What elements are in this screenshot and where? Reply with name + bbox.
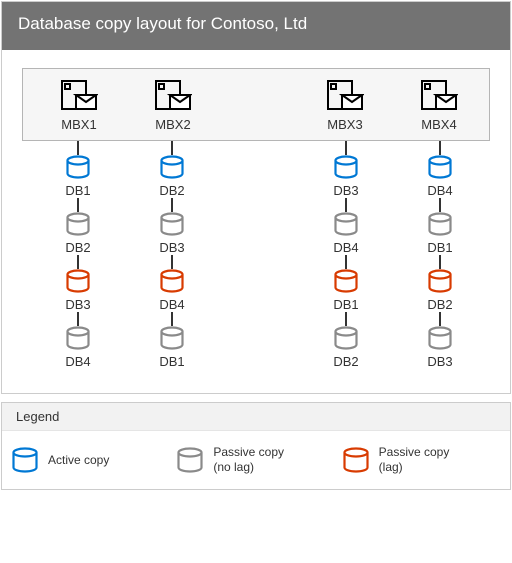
db-label: DB3 — [427, 354, 452, 369]
diagram-body: MBX1 MBX2 MBX3 MB — [2, 50, 510, 393]
connector-line — [439, 198, 441, 212]
cylinder-icon — [428, 212, 452, 236]
page-title: Database copy layout for Contoso, Ltd — [18, 14, 307, 33]
server-mbx1: MBX1 — [43, 79, 115, 132]
db-copy: DB4 — [333, 212, 358, 255]
db-copy: DB2 — [427, 269, 452, 312]
db-column-mbx2: DB2 DB3 DB4 DB1 — [136, 141, 208, 369]
db-copy: DB4 — [427, 155, 452, 198]
cylinder-icon — [160, 212, 184, 236]
cylinder-icon — [343, 447, 369, 473]
connector-line — [171, 141, 173, 155]
server-icon — [326, 79, 364, 113]
cylinder-icon — [334, 326, 358, 350]
diagram-frame: Database copy layout for Contoso, Ltd MB… — [1, 1, 511, 394]
db-copy: DB3 — [427, 326, 452, 369]
db-copy: DB2 — [159, 155, 184, 198]
db-label: DB3 — [159, 240, 184, 255]
db-copy: DB3 — [159, 212, 184, 255]
cylinder-icon — [334, 269, 358, 293]
connector-line — [345, 141, 347, 155]
cylinder-icon — [428, 326, 452, 350]
db-label: DB1 — [333, 297, 358, 312]
cylinder-icon — [177, 447, 203, 473]
legend-panel: Legend Active copy Passive copy(no lag) … — [1, 402, 511, 490]
cylinder-icon — [66, 155, 90, 179]
cylinder-icon — [12, 447, 38, 473]
connector-line — [171, 198, 173, 212]
cylinder-icon — [428, 155, 452, 179]
servers-row: MBX1 MBX2 MBX3 MB — [22, 68, 490, 141]
legend-heading: Legend — [2, 403, 510, 431]
db-copy: DB1 — [427, 212, 452, 255]
cylinder-icon — [66, 269, 90, 293]
legend-label: Active copy — [48, 453, 109, 468]
connector-line — [171, 312, 173, 326]
db-label: DB4 — [427, 183, 452, 198]
server-label: MBX4 — [421, 117, 456, 132]
legend-body: Active copy Passive copy(no lag) Passive… — [2, 431, 510, 489]
legend-item-passive-lag: Passive copy(lag) — [343, 445, 500, 475]
db-label: DB1 — [159, 354, 184, 369]
db-label: DB2 — [427, 297, 452, 312]
server-label: MBX1 — [61, 117, 96, 132]
cylinder-icon — [66, 326, 90, 350]
db-copy: DB3 — [333, 155, 358, 198]
connector-line — [439, 255, 441, 269]
connector-line — [77, 198, 79, 212]
connector-line — [77, 255, 79, 269]
db-copy: DB1 — [65, 155, 90, 198]
db-copy: DB4 — [65, 326, 90, 369]
cylinder-icon — [334, 212, 358, 236]
legend-label: Passive copy(lag) — [379, 445, 450, 475]
connector-line — [439, 141, 441, 155]
db-label: DB2 — [65, 240, 90, 255]
connector-line — [345, 255, 347, 269]
connector-line — [171, 255, 173, 269]
connector-line — [439, 312, 441, 326]
server-label: MBX2 — [155, 117, 190, 132]
cylinder-icon — [160, 155, 184, 179]
db-copy: DB1 — [333, 269, 358, 312]
db-label: DB3 — [65, 297, 90, 312]
db-column-mbx3: DB3 DB4 DB1 DB2 — [310, 141, 382, 369]
legend-item-active: Active copy — [12, 447, 169, 473]
db-label: DB1 — [65, 183, 90, 198]
db-label: DB4 — [159, 297, 184, 312]
db-copy: DB2 — [65, 212, 90, 255]
db-label: DB4 — [333, 240, 358, 255]
db-copy: DB2 — [333, 326, 358, 369]
db-column-mbx4: DB4 DB1 DB2 DB3 — [404, 141, 476, 369]
db-label: DB2 — [333, 354, 358, 369]
cylinder-icon — [428, 269, 452, 293]
db-label: DB4 — [65, 354, 90, 369]
server-icon — [60, 79, 98, 113]
db-copy: DB3 — [65, 269, 90, 312]
connector-line — [77, 141, 79, 155]
cylinder-icon — [334, 155, 358, 179]
connector-line — [77, 312, 79, 326]
connector-line — [345, 198, 347, 212]
cylinder-icon — [160, 326, 184, 350]
cylinder-icon — [160, 269, 184, 293]
cylinder-icon — [66, 212, 90, 236]
db-label: DB2 — [159, 183, 184, 198]
db-column-mbx1: DB1 DB2 DB3 DB4 — [42, 141, 114, 369]
server-label: MBX3 — [327, 117, 362, 132]
db-label: DB3 — [333, 183, 358, 198]
server-icon — [154, 79, 192, 113]
databases-grid: DB1 DB2 DB3 DB4 DB2 DB3 DB4 DB1 DB3 DB4 … — [22, 141, 490, 369]
legend-item-passive-nolag: Passive copy(no lag) — [177, 445, 334, 475]
db-copy: DB4 — [159, 269, 184, 312]
title-bar: Database copy layout for Contoso, Ltd — [2, 2, 510, 50]
db-label: DB1 — [427, 240, 452, 255]
connector-line — [345, 312, 347, 326]
server-mbx3: MBX3 — [309, 79, 381, 132]
server-icon — [420, 79, 458, 113]
legend-label: Passive copy(no lag) — [213, 445, 284, 475]
server-mbx4: MBX4 — [403, 79, 475, 132]
server-mbx2: MBX2 — [137, 79, 209, 132]
db-copy: DB1 — [159, 326, 184, 369]
